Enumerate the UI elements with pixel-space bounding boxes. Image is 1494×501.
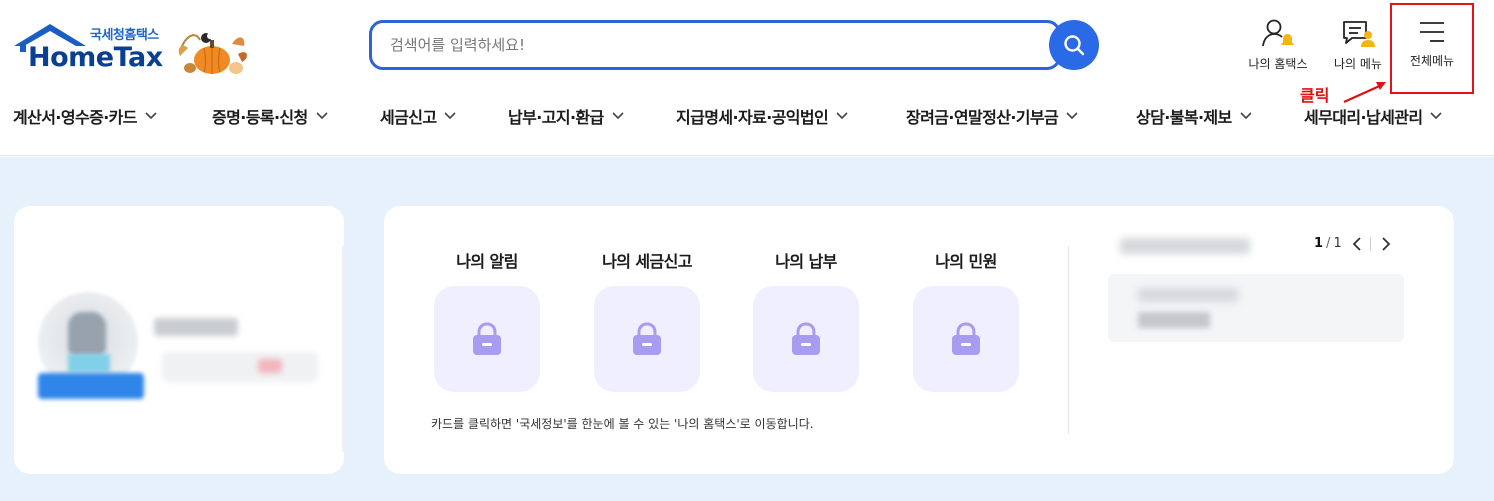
gnb-item-incentives[interactable]: 장려금·연말정산·기부금 — [906, 104, 1078, 128]
gnb-label: 상담·불복·제보 — [1136, 108, 1232, 127]
search-input[interactable] — [390, 33, 1030, 57]
notice-line-blurred — [1138, 288, 1238, 302]
tile-box[interactable] — [594, 286, 700, 392]
avatar-face-blurred — [68, 312, 106, 356]
search-bar — [369, 20, 1100, 70]
chevron-down-icon — [612, 112, 624, 120]
lock-icon — [792, 322, 820, 355]
gnb-item-statements[interactable]: 지급명세·자료·공익법인 — [676, 104, 848, 128]
gnb-item-invoice[interactable]: 계산서·영수증·카드 — [13, 104, 157, 128]
tile-title: 나의 민원 — [935, 252, 997, 271]
tile-my-tax-filing[interactable]: 나의 세금신고 — [594, 248, 700, 392]
tile-title: 나의 알림 — [456, 252, 518, 271]
tile-my-payment[interactable]: 나의 납부 — [753, 248, 859, 392]
gnb-label: 납부·고지·환급 — [508, 108, 604, 127]
gnb-item-tax-filing[interactable]: 세금신고 — [380, 104, 457, 128]
user-name-blurred — [154, 318, 238, 336]
profile-button-blurred[interactable] — [38, 373, 144, 399]
profile-card — [14, 206, 345, 474]
gnb-label: 장려금·연말정산·기부금 — [906, 108, 1059, 127]
pager-total: 1 — [1333, 236, 1342, 251]
tile-box[interactable] — [913, 286, 1019, 392]
gnb-item-tax-agent[interactable]: 세무대리·납세관리 — [1304, 104, 1443, 128]
pager-next-button[interactable] — [1381, 236, 1391, 251]
lock-icon — [633, 322, 661, 355]
tile-box[interactable] — [434, 286, 540, 392]
gnb-item-consultation[interactable]: 상담·불복·제보 — [1136, 104, 1252, 128]
pager-divider — [1369, 236, 1371, 251]
all-menu-label: 전체메뉴 — [1409, 54, 1455, 68]
my-hometax-button[interactable]: 나의 홈택스 — [1246, 18, 1310, 72]
chevron-down-icon — [145, 112, 157, 120]
my-menu-button[interactable]: 나의 메뉴 — [1326, 18, 1390, 72]
tile-my-alerts[interactable]: 나의 알림 — [434, 248, 540, 392]
autumn-pumpkin-icon — [178, 33, 247, 74]
all-menu-button[interactable]: 전체메뉴 — [1390, 3, 1474, 94]
notice-line-blurred — [1138, 312, 1210, 328]
search-icon — [1064, 35, 1085, 56]
my-hometax-label: 나의 홈택스 — [1248, 57, 1308, 71]
tile-my-civil-petitions[interactable]: 나의 민원 — [913, 248, 1019, 392]
gnb-label: 세금신고 — [380, 108, 437, 127]
divider — [1068, 246, 1069, 434]
my-hometax-card: 나의 알림 나의 세금신고 나의 납부 나의 민원 카드를 클릭하면 '국세정보… — [384, 206, 1454, 474]
chevron-down-icon — [1430, 112, 1443, 120]
gnb-item-payment[interactable]: 납부·고지·환급 — [508, 104, 624, 128]
chevron-down-icon — [836, 112, 848, 120]
user-bell-icon — [1262, 19, 1294, 47]
user-tag-blurred — [258, 359, 282, 373]
chevron-down-icon — [316, 112, 328, 120]
chevron-down-icon — [1240, 112, 1252, 120]
logo-english-text: HomeTax — [28, 42, 163, 73]
tile-box[interactable] — [753, 286, 859, 392]
lock-icon — [952, 322, 980, 355]
gnb-label: 계산서·영수증·카드 — [13, 108, 138, 127]
hamburger-menu-icon — [1420, 22, 1444, 42]
gnb-label: 지급명세·자료·공익법인 — [676, 108, 829, 127]
gnb-item-certificate[interactable]: 증명·등록·신청 — [212, 104, 328, 128]
menu-user-icon — [1343, 21, 1375, 47]
notice-title-blurred — [1120, 238, 1250, 254]
lock-icon — [473, 322, 501, 355]
tile-title: 나의 납부 — [775, 252, 837, 271]
chevron-left-icon — [1352, 236, 1361, 251]
gnb-label: 세무대리·납세관리 — [1304, 108, 1423, 127]
main-content: 나의 알림 나의 세금신고 나의 납부 나의 민원 카드를 클릭하면 '국세정보… — [0, 157, 1494, 501]
avatar-body-blurred — [68, 354, 110, 372]
logo-korean-text: 국세청홈택스 — [90, 28, 159, 43]
chevron-right-icon — [1382, 236, 1390, 251]
pager-current: 1 — [1314, 236, 1324, 251]
header: 국세청홈택스 HomeTax 검색어를 입력하세요! 나의 홈택스 나의 메뉴 … — [0, 0, 1494, 156]
chevron-down-icon — [444, 112, 457, 120]
search-button[interactable] — [1049, 20, 1099, 70]
gnb-label: 증명·등록·신청 — [212, 108, 308, 127]
search-box[interactable] — [369, 20, 1061, 70]
tile-note: 카드를 클릭하면 '국세정보'를 한눈에 볼 수 있는 '나의 홈택스'로 이동… — [431, 417, 814, 431]
pager-prev-button[interactable] — [1352, 236, 1362, 251]
notice-item[interactable] — [1108, 274, 1404, 342]
user-info-blurred — [162, 352, 318, 382]
my-menu-label: 나의 메뉴 — [1334, 57, 1382, 71]
profile-scrollbar[interactable] — [342, 246, 345, 452]
pager-separator: / — [1326, 236, 1331, 251]
chevron-down-icon — [1066, 112, 1078, 120]
tile-title: 나의 세금신고 — [602, 252, 692, 271]
notice-pager: 1 / 1 — [1314, 236, 1391, 251]
hometax-logo[interactable]: 국세청홈택스 HomeTax — [12, 20, 252, 76]
main-navigation: 계산서·영수증·카드 증명·등록·신청 세금신고 납부·고지·환급 지급명세·자… — [0, 100, 1494, 130]
